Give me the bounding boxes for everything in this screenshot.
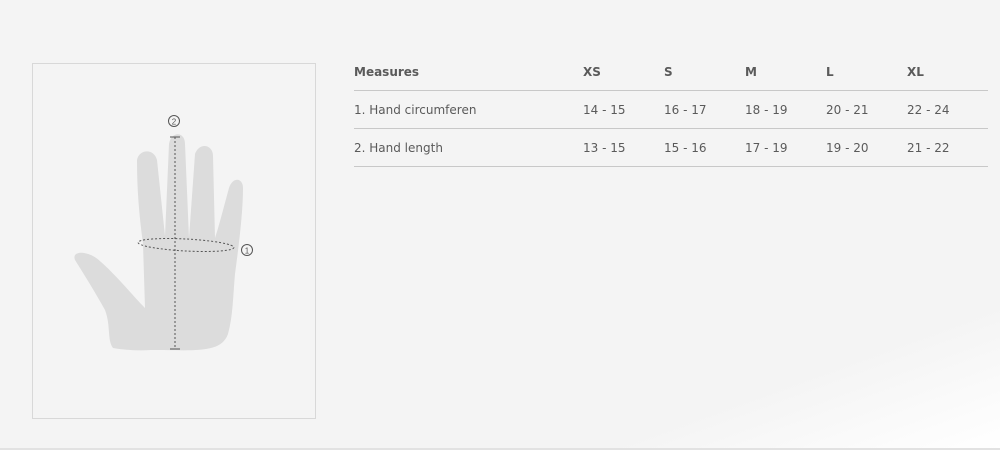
hand-measurement-illustration: 2 1: [32, 63, 316, 419]
size-value-cell: 19 - 20: [826, 128, 907, 167]
size-value-cell: 16 - 17: [664, 90, 745, 129]
size-value-cell: 14 - 15: [583, 90, 664, 129]
header-measures: Measures: [354, 54, 583, 91]
size-value-cell: 22 - 24: [907, 90, 988, 129]
marker-circumference-label: 1: [245, 247, 250, 256]
header-size-m: M: [745, 54, 826, 91]
header-size-xs: XS: [583, 54, 664, 91]
table-row: 2. Hand length 13 - 15 15 - 16 17 - 19 1…: [354, 128, 988, 167]
hand-diagram: 2 1: [74, 115, 253, 351]
size-value-cell: 15 - 16: [664, 128, 745, 167]
measure-name: 1. Hand circumference: [354, 102, 476, 117]
hand-silhouette: [74, 134, 243, 351]
size-chart-table: Measures XS S M L XL 1. Hand circumferen…: [354, 54, 988, 167]
size-value-cell: 17 - 19: [745, 128, 826, 167]
header-size-l: L: [826, 54, 907, 91]
table-row: 1. Hand circumference 14 - 15 16 - 17 18…: [354, 90, 988, 129]
size-guide-page: 2 1 Measures XS S M L XL 1. Hand circumf…: [0, 0, 1000, 450]
marker-length-label: 2: [172, 118, 177, 127]
header-size-s: S: [664, 54, 745, 91]
table-header-row: Measures XS S M L XL: [354, 54, 988, 91]
measure-name: 2. Hand length: [354, 140, 443, 155]
size-value-cell: 20 - 21: [826, 90, 907, 129]
size-value-cell: 18 - 19: [745, 90, 826, 129]
measure-name-cell: 1. Hand circumference: [354, 90, 583, 129]
size-value-cell: 21 - 22: [907, 128, 988, 167]
measure-name-cell: 2. Hand length: [354, 128, 583, 167]
size-value-cell: 13 - 15: [583, 128, 664, 167]
header-size-xl: XL: [907, 54, 988, 91]
